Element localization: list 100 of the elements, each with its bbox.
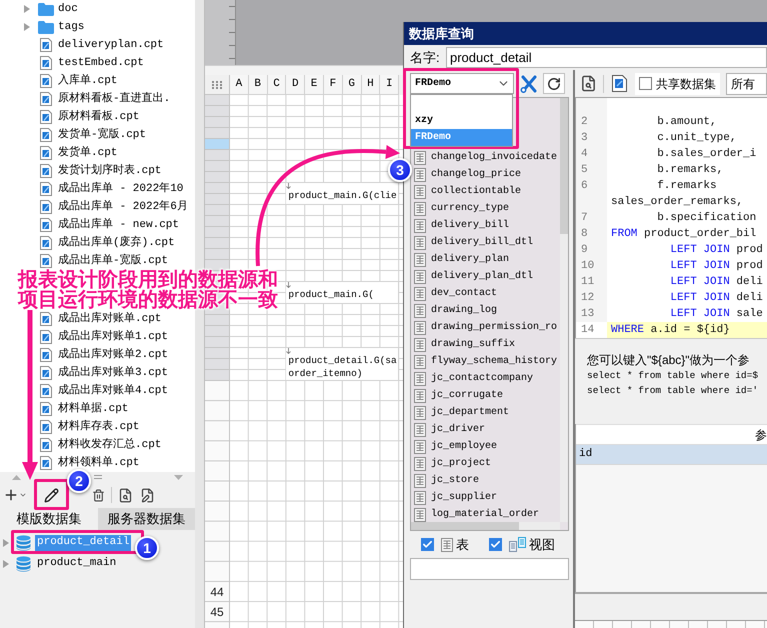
file-name[interactable]: testEmbed.cpt xyxy=(58,54,144,72)
horizontal-scrollbar[interactable] xyxy=(411,522,560,530)
name-field[interactable]: product_detail xyxy=(446,47,767,68)
down-arrow-icon xyxy=(286,282,292,288)
file-name[interactable]: 成品出库对账单3.cpt xyxy=(58,364,168,382)
file-name[interactable]: 发货单.cpt xyxy=(58,144,118,162)
document-icon[interactable] xyxy=(612,75,627,92)
table-name[interactable]: changelog_invoicedate xyxy=(431,150,558,165)
checkbox[interactable] xyxy=(421,538,434,551)
file-name[interactable]: 成品出库对账单1.cpt xyxy=(58,328,168,346)
file-name[interactable]: 原材料看板.cpt xyxy=(58,108,140,126)
scope-dropdown[interactable]: 所有 xyxy=(726,72,767,94)
parameter-column-header[interactable]: 参 xyxy=(576,424,767,445)
vertical-scrollbar[interactable] xyxy=(560,98,568,522)
file-name[interactable]: 成品出库单 - 2022年6月 xyxy=(58,198,188,216)
file-name[interactable]: 发货计划序时表.cpt xyxy=(58,162,162,180)
dropdown-option[interactable]: xzy xyxy=(411,112,512,129)
grip-lines-icon[interactable] xyxy=(94,475,102,479)
file-name[interactable]: 入库单.cpt xyxy=(58,72,118,90)
table-icon xyxy=(414,202,426,216)
dataset-tab[interactable]: 服务器数据集 xyxy=(98,508,195,530)
preview-icon[interactable] xyxy=(118,488,133,502)
table-icon xyxy=(414,218,426,232)
trash-icon[interactable] xyxy=(92,488,105,502)
preview-icon[interactable] xyxy=(580,75,597,92)
code-line: LEFT JOIN deli xyxy=(669,290,764,306)
folder-name[interactable]: doc xyxy=(58,0,78,18)
table-name[interactable]: delivery_plan_dtl xyxy=(431,269,534,284)
file-name[interactable]: 材料收发存汇总.cpt xyxy=(58,436,162,454)
column-header[interactable]: H xyxy=(362,75,380,95)
table-name[interactable]: dev_contact xyxy=(431,286,498,301)
row-number: 45 xyxy=(209,604,225,622)
table-name[interactable]: drawing_log xyxy=(431,303,498,318)
file-name[interactable]: 材料库存表.cpt xyxy=(58,418,140,436)
table-name[interactable]: jc_store xyxy=(431,473,480,488)
file-name[interactable]: 发货单-宽版.cpt xyxy=(58,126,146,144)
caret-icon[interactable] xyxy=(19,491,27,499)
column-header[interactable]: E xyxy=(305,75,324,95)
file-name[interactable]: 成品出库对账单2.cpt xyxy=(58,346,168,364)
sheet-cell[interactable]: product_main.G(clie xyxy=(286,183,400,205)
collapsed-arrow-icon[interactable] xyxy=(24,23,30,31)
table-icon xyxy=(414,456,426,470)
sheet-cell[interactable]: product_detail.G(sa order_itemno) xyxy=(286,348,400,381)
search-field[interactable] xyxy=(410,558,569,580)
checkbox[interactable] xyxy=(639,77,652,90)
column-header[interactable]: A xyxy=(230,75,249,95)
parameter-row[interactable]: id xyxy=(576,445,767,465)
file-name[interactable]: 成品出库单 - new.cpt xyxy=(58,216,180,234)
table-icon xyxy=(414,406,426,420)
crossed-tools-icon[interactable] xyxy=(520,74,538,92)
corner-cell[interactable] xyxy=(205,75,230,95)
table-name[interactable]: flyway_schema_history xyxy=(431,354,558,369)
table-name[interactable]: drawing_permission_ro xyxy=(431,320,558,335)
column-header[interactable]: I xyxy=(380,75,400,95)
checkbox[interactable] xyxy=(489,538,502,551)
line-number: 5 xyxy=(581,162,588,178)
column-header[interactable]: G xyxy=(342,75,362,95)
code-line: sales_order_remarks, xyxy=(610,194,744,210)
file-name[interactable]: 材料单据.cpt xyxy=(58,400,128,418)
table-name[interactable]: delivery_plan xyxy=(431,252,510,267)
collapsed-arrow-icon[interactable] xyxy=(24,5,30,13)
connection-dropdown[interactable]: FRDemo xyxy=(410,73,514,94)
sheet-cell[interactable]: product_main.G( xyxy=(286,282,400,304)
column-header[interactable]: B xyxy=(248,75,268,95)
table-name[interactable]: jc_project xyxy=(431,456,492,471)
table-name[interactable]: currency_type xyxy=(431,201,510,216)
refresh-button[interactable] xyxy=(543,73,565,94)
collapsed-arrow-icon[interactable] xyxy=(3,538,9,546)
table-name[interactable]: jc_supplier xyxy=(431,490,498,505)
file-name[interactable]: 成品出库单-宽版.cpt xyxy=(58,252,168,270)
table-name[interactable]: log_material_order xyxy=(431,507,540,522)
folder-name[interactable]: tags xyxy=(58,18,84,36)
table-name[interactable]: jc_contactcompany xyxy=(431,371,534,386)
report-file-icon xyxy=(40,254,52,268)
table-name[interactable]: collectiontable xyxy=(431,184,522,199)
file-name[interactable]: 成品出库单(废弃).cpt xyxy=(58,234,175,252)
column-header[interactable]: C xyxy=(268,75,286,95)
column-header[interactable]: F xyxy=(324,75,343,95)
file-name[interactable]: 成品出库单 - 2022年10 xyxy=(58,180,184,198)
table-name[interactable]: jc_driver xyxy=(431,422,486,437)
collapsed-arrow-icon[interactable] xyxy=(3,560,9,568)
file-name[interactable]: 成品出库对账单4.cpt xyxy=(58,382,168,400)
table-name[interactable]: jc_corrugate xyxy=(431,388,504,403)
column-header[interactable]: D xyxy=(286,75,306,95)
table-name[interactable]: delivery_bill xyxy=(431,218,510,233)
add-icon[interactable] xyxy=(3,487,19,503)
file-name[interactable]: 材料领料单.cpt xyxy=(58,454,140,472)
table-icon xyxy=(414,184,426,198)
report-file-icon xyxy=(40,384,52,398)
sql-editor[interactable] xyxy=(575,97,767,338)
table-name[interactable]: changelog_price xyxy=(431,167,522,182)
table-name[interactable]: drawing_suffix xyxy=(431,337,516,352)
file-name[interactable]: 成品出库对账单.cpt xyxy=(58,310,162,328)
table-name[interactable]: jc_employee xyxy=(431,439,498,454)
table-name[interactable]: jc_department xyxy=(431,405,510,420)
dataset-name[interactable]: product_main xyxy=(35,556,118,572)
file-name[interactable]: 原材料看板-直进直出. xyxy=(58,90,170,108)
table-name[interactable]: delivery_bill_dtl xyxy=(431,235,534,250)
file-name[interactable]: deliveryplan.cpt xyxy=(58,36,164,54)
file-edit-icon[interactable] xyxy=(140,488,155,502)
